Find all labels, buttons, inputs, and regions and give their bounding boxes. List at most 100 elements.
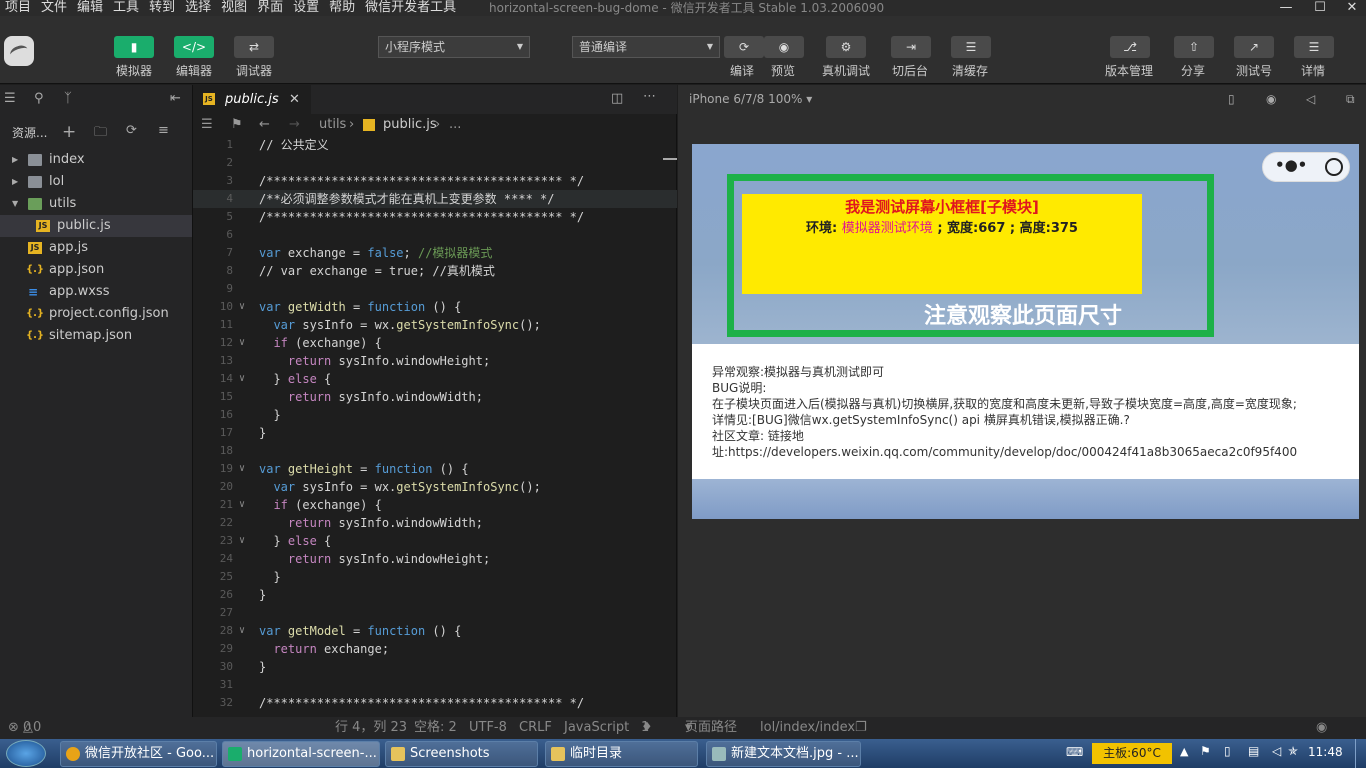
show-desktop-button[interactable] <box>1355 739 1366 768</box>
code-line[interactable]: 21 ∨ if (exchange) { <box>193 496 677 514</box>
collapse-all-icon[interactable]: ≡ <box>158 123 169 138</box>
menu-help[interactable]: 帮助 <box>324 0 360 16</box>
indentation[interactable]: 空格: 2 <box>414 717 457 739</box>
code-line[interactable]: 26} <box>193 586 677 604</box>
real-debug-button[interactable]: ⚙ <box>826 36 866 58</box>
code-line[interactable]: 3 /**************************************… <box>193 172 677 190</box>
tray-up-icon[interactable]: ▲ <box>1180 745 1188 758</box>
menu-file[interactable]: 文件 <box>36 0 72 16</box>
tree-item-utils[interactable]: ▼ utils <box>0 193 192 215</box>
errors-status[interactable]: ⊗ 0 △ 0 <box>8 717 41 739</box>
code-line[interactable]: 27 <box>193 604 677 622</box>
search-icon[interactable]: ⚲ <box>34 91 44 106</box>
code-line[interactable]: 16 } <box>193 406 677 424</box>
volume-icon[interactable]: ◁ <box>1272 744 1281 758</box>
tree-item-project-config[interactable]: {.} project.config.json <box>0 303 192 325</box>
code-line[interactable]: 8 // var exchange = true; //真机模式 <box>193 262 677 280</box>
close-icon[interactable]: ✕ <box>1342 0 1362 16</box>
new-folder-icon[interactable]: 🗀 <box>94 123 107 145</box>
list-icon[interactable]: ☰ <box>201 114 213 136</box>
compile-button[interactable]: ⟳ <box>724 36 764 58</box>
code-line[interactable]: 11 var sysInfo = wx.getSystemInfoSync(); <box>193 316 677 334</box>
input-method-icon[interactable]: ✯ <box>1288 744 1298 758</box>
page-path[interactable]: lol/index/index <box>760 717 855 739</box>
code-line[interactable]: 22 return sysInfo.windowWidth; <box>193 514 677 532</box>
code-line[interactable]: 17} <box>193 424 677 442</box>
menu-goto[interactable]: 转到 <box>144 0 180 16</box>
menu-tools[interactable]: 工具 <box>108 0 144 16</box>
mode-select[interactable]: 小程序模式 ▼ <box>378 36 530 58</box>
fold-chevron-icon[interactable]: ∨ <box>239 460 245 478</box>
volume-icon[interactable]: ◁ <box>1306 85 1315 114</box>
start-button[interactable] <box>6 740 46 767</box>
code-line[interactable]: 10 ∨ var getWidth = function () { <box>193 298 677 316</box>
editor-toggle-button[interactable]: </> <box>174 36 214 58</box>
breadcrumb-symbol[interactable]: ... <box>449 114 461 136</box>
code-line[interactable]: 5 /**************************************… <box>193 208 677 226</box>
code-line[interactable]: 14 ∨ } else { <box>193 370 677 388</box>
list-icon[interactable]: ☰ <box>4 91 16 106</box>
breadcrumb-folder[interactable]: utils <box>319 114 346 136</box>
tree-item-app-json[interactable]: {.} app.json <box>0 259 192 281</box>
git-branch-icon[interactable]: ᛉ <box>64 91 72 106</box>
fold-chevron-icon[interactable]: ∨ <box>239 298 245 316</box>
code-line[interactable]: 9 <box>193 280 677 298</box>
tree-item-app-wxss[interactable]: ≡ app.wxss <box>0 281 192 303</box>
forward-icon[interactable]: → <box>289 114 300 136</box>
tree-item-public-js[interactable]: JS public.js <box>0 215 192 237</box>
phone-icon[interactable]: ▯ <box>1228 85 1235 114</box>
code-line[interactable]: 15 return sysInfo.windowWidth; <box>193 388 677 406</box>
device-icon[interactable]: ▯ <box>1224 744 1231 758</box>
tree-item-lol[interactable]: ▶ lol <box>0 171 192 193</box>
back-icon[interactable]: ← <box>259 114 270 136</box>
menu-interface[interactable]: 界面 <box>252 0 288 16</box>
tree-item-app-js[interactable]: JS app.js <box>0 237 192 259</box>
code-line[interactable]: 1 // 公共定义 <box>193 136 677 154</box>
background-button[interactable]: ⇥ <box>891 36 931 58</box>
fold-chevron-icon[interactable]: ∨ <box>239 496 245 514</box>
device-select[interactable]: iPhone 6/7/8 100% ▾ <box>689 85 812 114</box>
fold-chevron-icon[interactable]: ∨ <box>239 532 245 550</box>
clock-time[interactable]: 11:48 <box>1308 745 1343 759</box>
minimize-icon[interactable]: — <box>1276 0 1296 16</box>
code-line[interactable]: 24 return sysInfo.windowHeight; <box>193 550 677 568</box>
tree-item-index[interactable]: ▶ index <box>0 149 192 171</box>
task-screenshots[interactable]: Screenshots <box>385 741 538 767</box>
details-button[interactable]: ☰ <box>1294 36 1334 58</box>
collapse-panel-icon[interactable]: ⇤ <box>170 91 181 106</box>
menu-edit[interactable]: 编辑 <box>72 0 108 16</box>
task-devtools[interactable]: horizontal-screen-... <box>222 741 380 767</box>
code-line[interactable]: 20 var sysInfo = wx.getSystemInfoSync(); <box>193 478 677 496</box>
code-line[interactable]: 29 return exchange; <box>193 640 677 658</box>
code-line[interactable]: 4 /**必须调整参数模式才能在真机上变更参数 **** */ <box>193 190 677 208</box>
network-icon[interactable]: ▤ <box>1248 744 1259 758</box>
code-line[interactable]: 19 ∨ var getHeight = function () { <box>193 460 677 478</box>
code-line[interactable]: 6 <box>193 226 677 244</box>
close-tab-icon[interactable]: ✕ <box>289 85 300 114</box>
code-line[interactable]: 23 ∨ } else { <box>193 532 677 550</box>
bookmark-icon[interactable]: ⚑ <box>231 114 243 136</box>
page-path-label[interactable]: 页面路径 ▾ <box>685 717 737 739</box>
code-line[interactable]: 18 <box>193 442 677 460</box>
encoding[interactable]: UTF-8 <box>469 717 507 739</box>
task-image-viewer[interactable]: 新建文本文档.jpg - ... <box>706 741 861 767</box>
task-temp-folder[interactable]: 临时目录 <box>545 741 698 767</box>
code-line[interactable]: 7 var exchange = false; //模拟器模式 <box>193 244 677 262</box>
fold-chevron-icon[interactable]: ∨ <box>239 370 245 388</box>
refresh-icon[interactable]: ⟳ <box>126 123 137 138</box>
new-file-icon[interactable]: + <box>62 122 76 142</box>
fold-chevron-icon[interactable]: ∨ <box>239 334 245 352</box>
fold-chevron-icon[interactable]: ∨ <box>239 622 245 640</box>
language-mode[interactable]: JavaScript <box>564 717 629 739</box>
breadcrumb-file[interactable]: public.js <box>383 114 437 136</box>
preview-button[interactable]: ◉ <box>764 36 804 58</box>
menu-project[interactable]: 项目 <box>0 0 36 16</box>
code-line[interactable]: 13 return sysInfo.windowHeight; <box>193 352 677 370</box>
code-line[interactable]: 32 /*************************************… <box>193 694 677 712</box>
phone-screen[interactable]: 我是测试屏幕小框框[子模块] 环境: 模拟器测试环境 ; 宽度:667 ; 高度… <box>692 144 1359 519</box>
debugger-toggle-button[interactable]: ⇄ <box>234 36 274 58</box>
tree-item-sitemap[interactable]: {.} sitemap.json <box>0 325 192 347</box>
cursor-position[interactable]: 行 4，列 23 <box>335 717 407 739</box>
record-icon[interactable]: ◉ <box>1266 85 1276 114</box>
more-icon[interactable]: •●• <box>1275 156 1307 174</box>
